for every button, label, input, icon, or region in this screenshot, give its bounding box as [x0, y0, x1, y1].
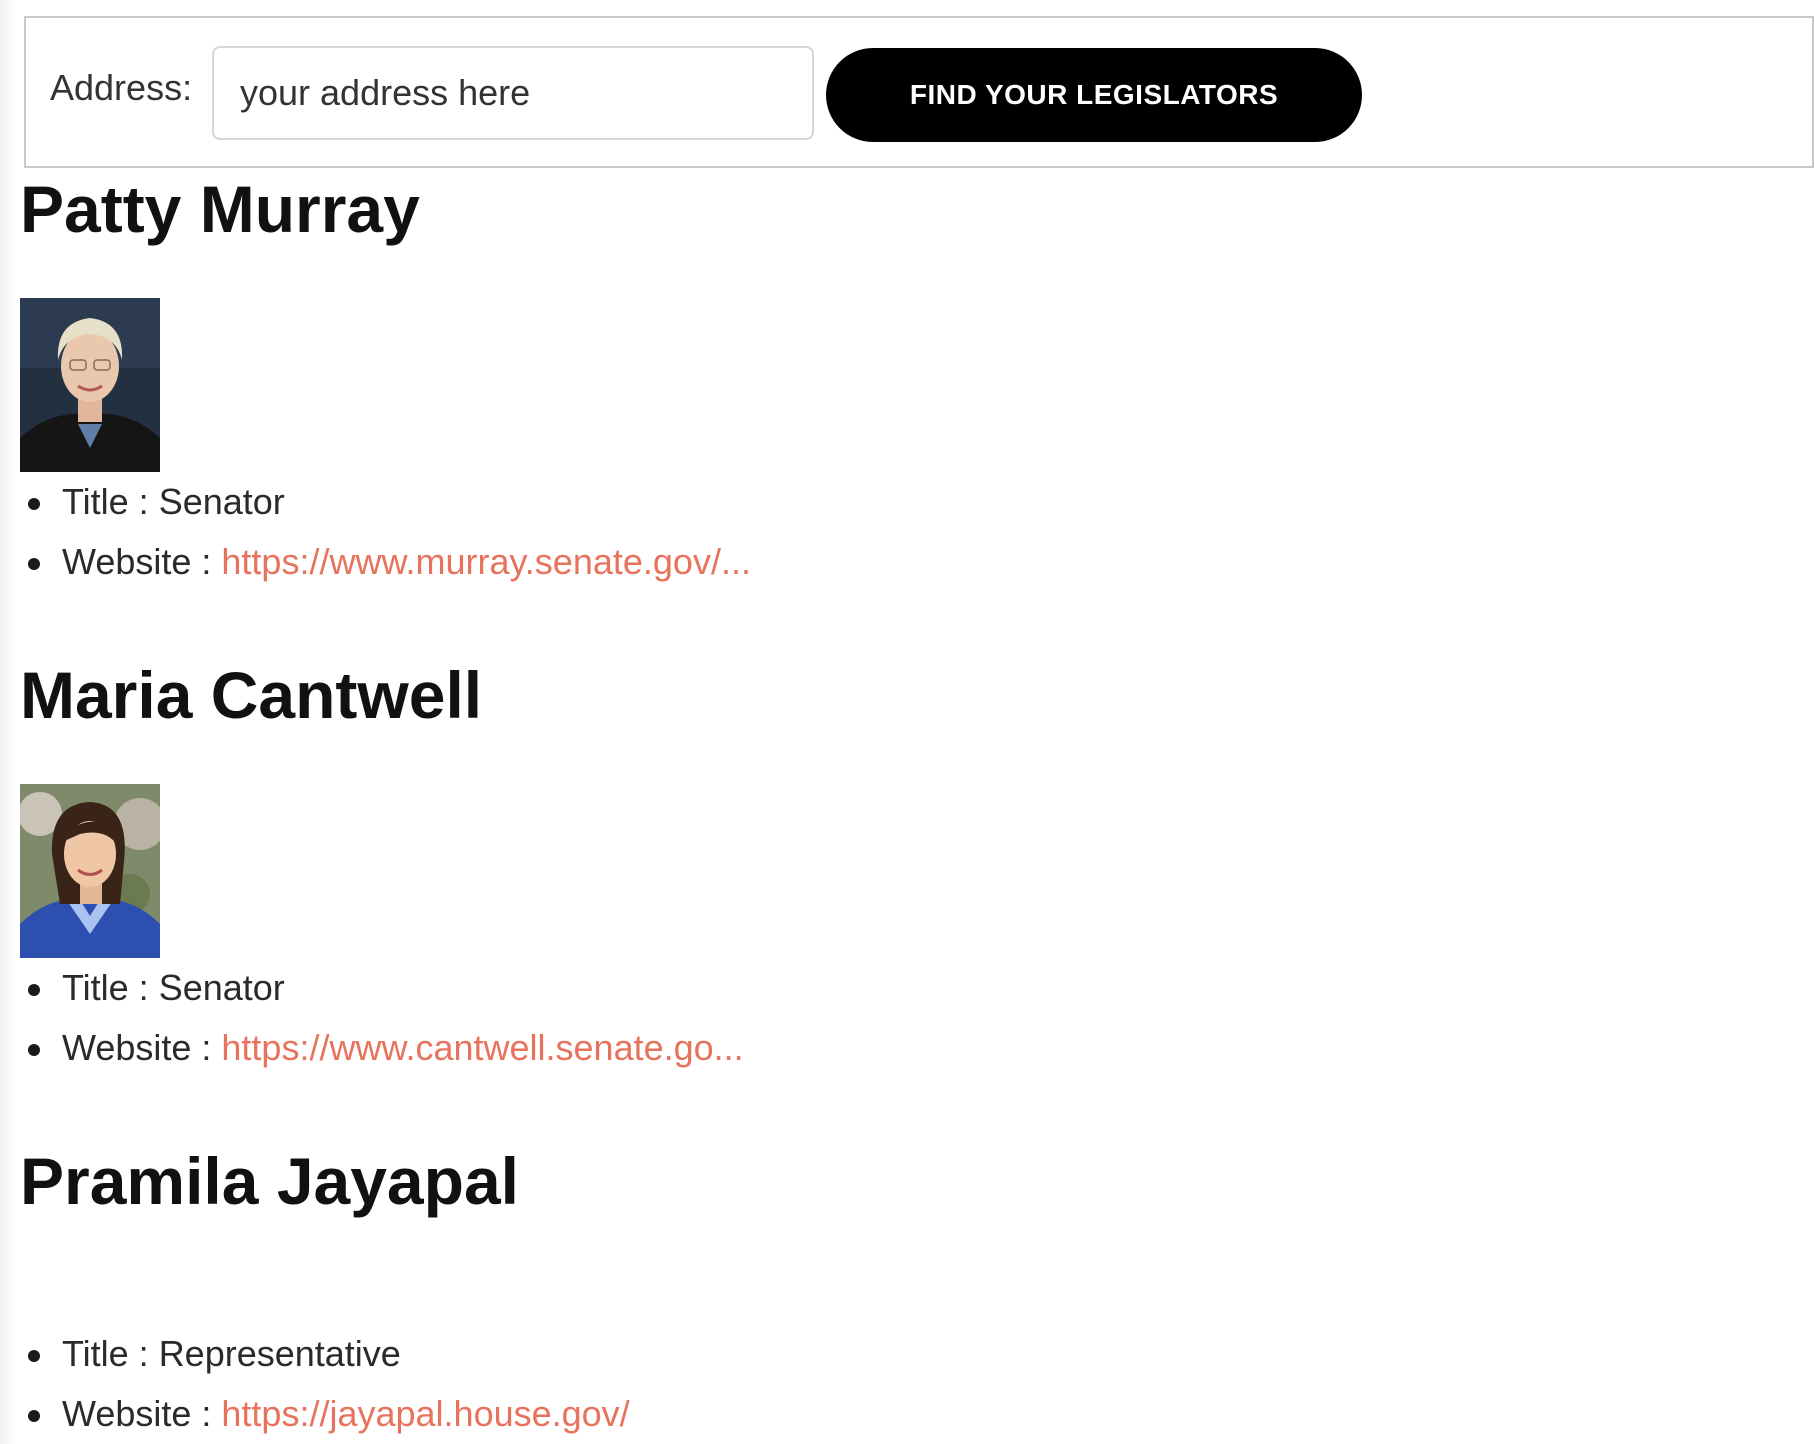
address-input[interactable] [212, 46, 814, 140]
page-left-shade [0, 0, 16, 1444]
legislator-card: Patty Murray Title : Senator Website : h… [20, 172, 751, 582]
legislator-website-item: Website : https://www.cantwell.senate.go… [20, 1018, 920, 1078]
legislator-name: Patty Murray [20, 172, 420, 246]
legislator-title-item: Title : Senator [20, 958, 920, 1018]
website-label: Website : [62, 1393, 222, 1434]
title-value: Representative [158, 1333, 401, 1374]
website-link[interactable]: https://jayapal.house.gov/ [221, 1393, 629, 1434]
legislator-name: Maria Cantwell [20, 658, 483, 732]
find-legislators-button[interactable]: FIND YOUR LEGISLATORS [826, 48, 1362, 142]
legislator-details: Title : Senator Website : https://www.ca… [20, 958, 920, 1078]
legislator-photo [20, 784, 160, 958]
legislator-name: Pramila Jayapal [20, 1144, 519, 1218]
legislator-details: Title : Senator Website : https://www.mu… [20, 472, 920, 592]
title-label: Title : [62, 1333, 159, 1374]
legislator-website-item: Website : https://www.murray.senate.gov/… [20, 532, 920, 592]
website-link[interactable]: https://www.cantwell.senate.go... [221, 1027, 743, 1068]
title-value: Senator [158, 967, 285, 1008]
website-label: Website : [62, 1027, 222, 1068]
legislator-title-item: Title : Senator [20, 472, 920, 532]
legislator-website-item: Website : https://jayapal.house.gov/ [20, 1384, 920, 1444]
legislator-details: Title : Representative Website : https:/… [20, 1324, 920, 1444]
address-search-form: Address: FIND YOUR LEGISLATORS [24, 16, 1814, 168]
title-label: Title : [62, 967, 159, 1008]
title-label: Title : [62, 481, 159, 522]
legislator-card: Maria Cantwell Title : Senator Website :… [20, 658, 744, 1068]
website-label: Website : [62, 541, 222, 582]
legislator-photo [20, 298, 160, 472]
legislator-title-item: Title : Representative [20, 1324, 920, 1384]
legislator-card: Pramila Jayapal Title : Representative W… [20, 1144, 630, 1434]
title-value: Senator [158, 481, 285, 522]
address-label: Address: [50, 67, 193, 108]
website-link[interactable]: https://www.murray.senate.gov/... [221, 541, 751, 582]
